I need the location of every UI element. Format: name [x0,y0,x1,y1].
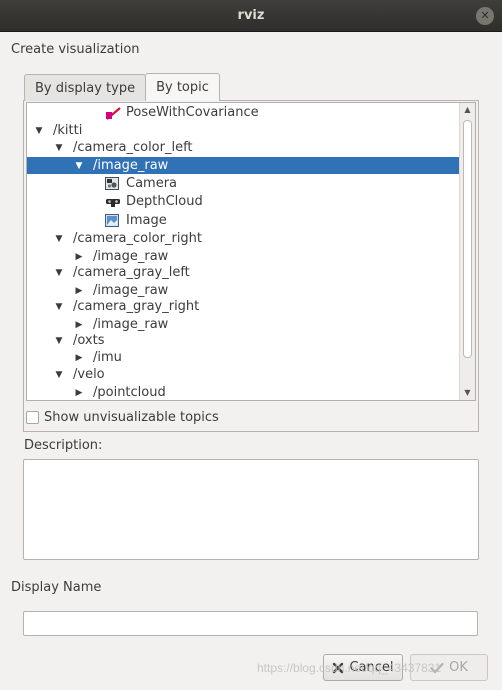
show-unvisualizable-row[interactable]: Show unvisualizable topics [26,410,219,425]
tab-bar: By display type By topic [24,73,220,101]
window-title: rviz [237,8,265,23]
tree-row[interactable]: ▶ /imu [27,349,460,366]
tree-row-label: PoseWithCovariance [126,105,259,120]
tree-row-label: Image [126,213,167,228]
close-button[interactable]: ✕ [476,7,494,25]
collapse-arrow-icon[interactable]: ▶ [73,286,85,296]
tree-scrollbar[interactable]: ▲ ▼ [459,103,475,400]
tree-row[interactable]: ▼ /camera_color_left [27,139,460,156]
tree-row[interactable]: ▼ /camera_gray_left [27,264,460,281]
tree-row[interactable]: PoseWithCovariance [27,104,460,121]
tree-row-label: /oxts [73,333,105,348]
window-titlebar: rviz ✕ [0,0,502,32]
pose-icon [105,106,121,120]
tree-row-label: /imu [93,350,122,365]
tree-row-label: /camera_gray_right [73,299,200,314]
close-icon: ✕ [480,9,490,22]
watermark: https://blog.csdn.net/qq_43437831 [257,661,442,675]
tree-row-label: /image_raw [93,283,169,298]
scroll-thumb[interactable] [463,120,472,358]
show-unvisualizable-checkbox[interactable] [26,411,39,424]
tree-row-label: /image_raw [93,249,169,264]
create-visualization-label: Create visualization [11,42,140,57]
description-label: Description: [24,438,103,453]
tree-row[interactable]: ▶ /image_raw [27,316,460,333]
tree-row[interactable]: ▼ /kitti [27,122,460,139]
tree-row-label: /image_raw [93,317,169,332]
tree-row-label: DepthCloud [126,194,203,209]
ok-label: OK [449,660,468,675]
tree-row[interactable]: Camera [27,175,460,192]
tree-row-label: /kitti [53,123,83,138]
tab-label: By topic [156,80,209,95]
show-unvisualizable-label: Show unvisualizable topics [44,410,219,425]
topic-tree[interactable]: PoseWithCovariance ▼ /kitti ▼ /camera_color_… [26,102,476,401]
tree-row[interactable]: ▼ /camera_color_right [27,230,460,247]
tree-row[interactable]: ▼ /velo [27,366,460,383]
collapse-arrow-icon[interactable]: ▶ [73,252,85,262]
display-name-label: Display Name [11,580,102,595]
expand-arrow-icon[interactable]: ▼ [53,143,65,153]
scroll-up-arrow-icon[interactable]: ▲ [460,103,475,117]
tree-row-label: /camera_gray_left [73,265,190,280]
expand-arrow-icon[interactable]: ▼ [53,234,65,244]
display-name-input[interactable] [23,611,478,636]
tree-row[interactable]: ▼ /oxts [27,332,460,349]
tree-row[interactable]: ▶ /image_raw [27,282,460,299]
tab-label: By display type [35,80,136,96]
collapse-arrow-icon[interactable]: ▶ [73,353,85,363]
tree-row[interactable]: ▼ /image_raw [27,157,460,174]
tree-row[interactable]: ▶ /image_raw [27,248,460,265]
tab-by-topic[interactable]: By topic [145,73,220,101]
tree-row[interactable]: Image [27,212,460,229]
tree-row-label: Camera [126,176,178,191]
tree-row-label: /pointcloud [93,385,166,400]
collapse-arrow-icon[interactable]: ▶ [73,320,85,330]
scroll-down-arrow-icon[interactable]: ▼ [460,386,475,400]
tree-row-label: /velo [73,367,105,382]
tree-row[interactable]: ▼ /camera_gray_right [27,298,460,315]
depthcloud-icon [105,195,120,208]
tree-row-label: /image_raw [93,158,169,173]
tree-row[interactable]: DepthCloud [27,193,460,210]
tree-row-label: /camera_color_right [73,231,203,246]
camera-icon [105,177,119,190]
image-icon [105,214,119,227]
collapse-arrow-icon[interactable]: ▶ [73,388,85,398]
tree-row[interactable]: ▶ /pointcloud [27,384,460,400]
tree-row-label: /camera_color_left [73,140,193,155]
expand-arrow-icon[interactable]: ▼ [73,161,85,171]
tab-by-display-type[interactable]: By display type [24,74,147,101]
expand-arrow-icon[interactable]: ▼ [53,336,65,346]
expand-arrow-icon[interactable]: ▼ [53,302,65,312]
description-box [23,459,479,560]
expand-arrow-icon[interactable]: ▼ [33,126,45,136]
expand-arrow-icon[interactable]: ▼ [53,370,65,380]
expand-arrow-icon[interactable]: ▼ [53,268,65,278]
